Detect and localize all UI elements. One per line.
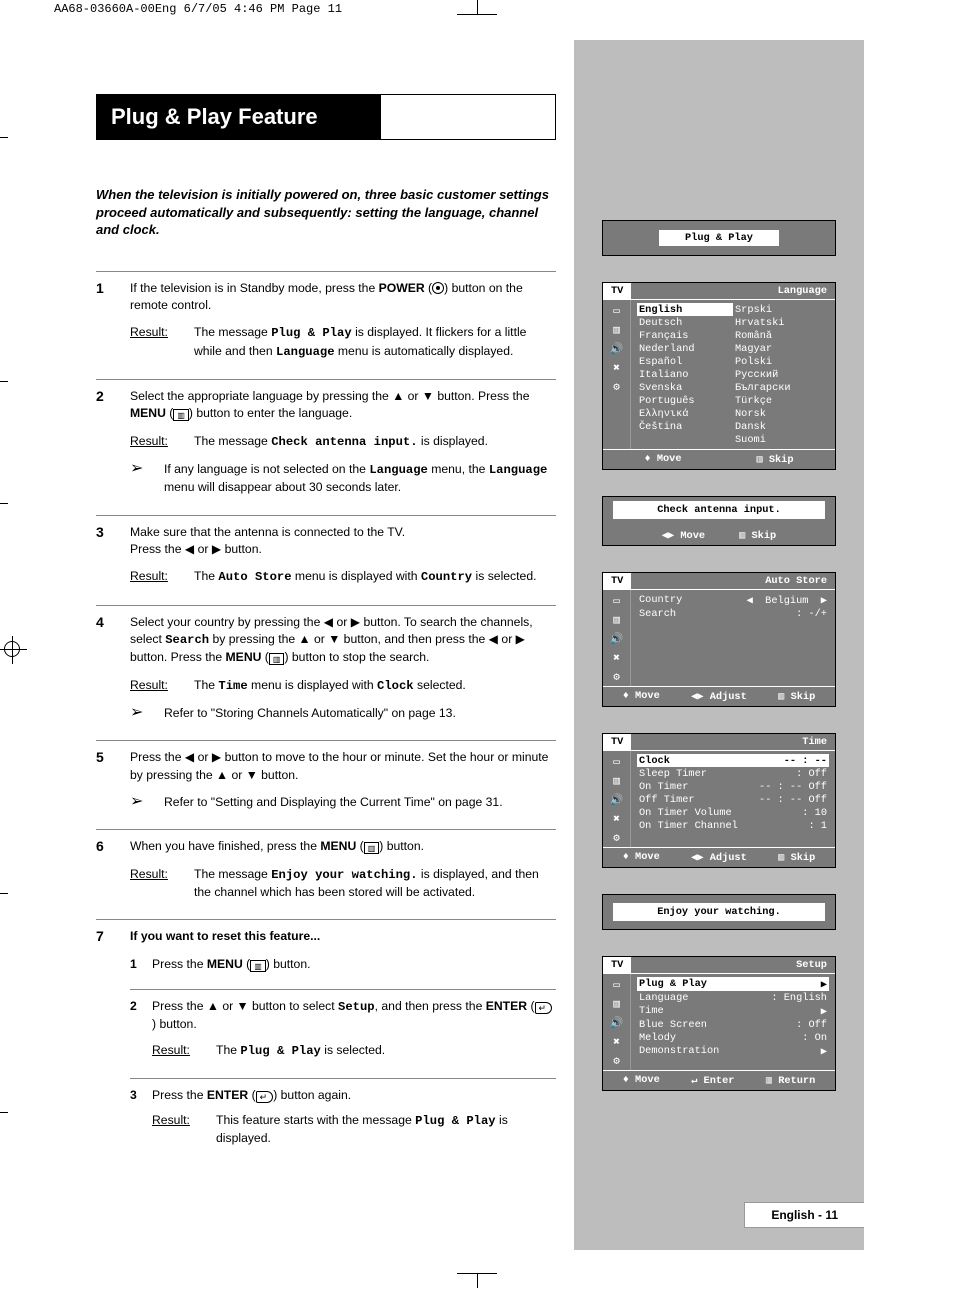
- substep-1: 1 Press the MENU (▥) button.: [130, 956, 556, 981]
- enter-icon: ↵: [535, 1002, 553, 1014]
- osd-category-icons: ▭▥🔊✖⚙: [603, 300, 631, 449]
- step-7: 7 If you want to reset this feature... 1…: [96, 928, 556, 1164]
- side-ticks: [0, 40, 14, 1258]
- menu-icon: ▥: [173, 409, 189, 421]
- title-box: Plug & Play Feature: [96, 94, 556, 140]
- enter-icon: ↵: [256, 1091, 274, 1103]
- result-label: Result:: [130, 324, 194, 361]
- preflight-header: AA68-03660A-00Eng 6/7/05 4:46 PM Page 11: [54, 2, 342, 16]
- page-title: Plug & Play Feature: [97, 95, 381, 139]
- osd-language: TVLanguage ▭▥🔊✖⚙ EnglishDeutschFrançaisN…: [602, 282, 836, 470]
- power-icon: [432, 282, 444, 294]
- intro-paragraph: When the television is initially powered…: [96, 186, 556, 239]
- osd-enjoy: Enjoy your watching.: [602, 894, 836, 930]
- step-2: 2 Select the appropriate language by pre…: [96, 388, 556, 507]
- osd-auto-store: TVAuto Store ▭▥🔊✖⚙ Country◀ Belgium ▶Sea…: [602, 572, 836, 707]
- substep-3: 3 Press the ENTER (↵) button again. Resu…: [130, 1087, 556, 1158]
- right-sidebar: Plug & Play TVLanguage ▭▥🔊✖⚙ EnglishDeut…: [574, 40, 864, 1250]
- step-5: 5 Press the ◀ or ▶ button to move to the…: [96, 749, 556, 821]
- menu-icon: ▥: [364, 842, 380, 854]
- osd-check-antenna: Check antenna input. ◀▶ Move▥ Skip: [602, 496, 836, 546]
- step-1: 1 If the television is in Standby mode, …: [96, 280, 556, 371]
- osd-plug-play: Plug & Play: [602, 220, 836, 256]
- menu-icon: ▥: [269, 653, 285, 665]
- page-number: English - 11: [744, 1202, 864, 1228]
- note-arrow-icon: ➢: [130, 461, 164, 477]
- osd-time: TVTime ▭▥🔊✖⚙ Clock-- : --Sleep Timer: Of…: [602, 733, 836, 868]
- step-4: 4 Select your country by pressing the ◀ …: [96, 614, 556, 733]
- main-content: Plug & Play Feature When the television …: [96, 94, 556, 1170]
- substep-2: 2 Press the ▲ or ▼ button to select Setu…: [130, 998, 556, 1070]
- menu-icon: ▥: [250, 960, 266, 972]
- page: AA68-03660A-00Eng 6/7/05 4:46 PM Page 11…: [0, 0, 954, 1298]
- crop-mark-top: [457, 6, 497, 26]
- osd-setup: TVSetup ▭▥🔊✖⚙ Plug & Play▶Language: Engl…: [602, 956, 836, 1091]
- crop-mark-bottom: [457, 1262, 497, 1282]
- step-6: 6 When you have finished, press the MENU…: [96, 838, 556, 911]
- step-3: 3 Make sure that the antenna is connecte…: [96, 524, 556, 597]
